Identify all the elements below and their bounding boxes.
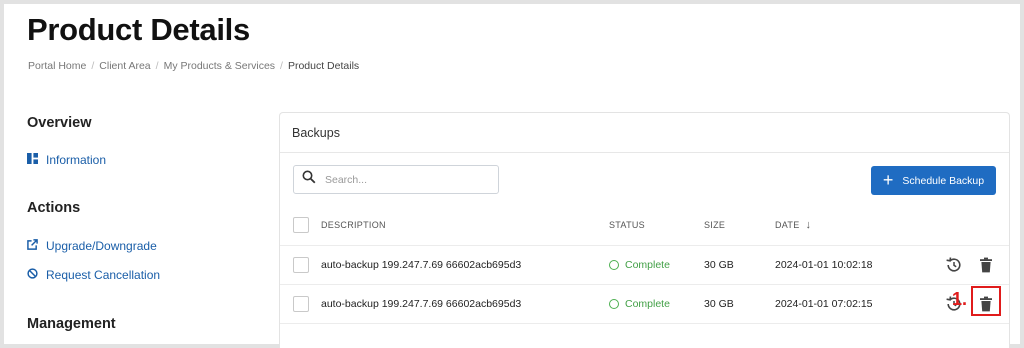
backup-description: auto-backup 199.247.7.69 66602acb695d3 [321,298,522,310]
breadcrumb-my-products[interactable]: My Products & Services [164,60,275,72]
actions-heading: Actions [27,200,81,216]
status-complete-icon [609,299,619,309]
breadcrumb: Portal Home / Client Area / My Products … [28,60,359,72]
sort-descending-icon: ↓ [805,219,812,231]
backup-status: Complete [609,298,670,310]
breadcrumb-current: Product Details [287,60,360,72]
schedule-backup-label: Schedule Backup [902,174,985,187]
ban-icon [27,268,38,282]
backups-table: DESCRIPTION STATUS SIZE DATE ↓ auto-backu… [280,205,1009,324]
column-header-date[interactable]: DATE ↓ [775,219,811,231]
table-row: auto-backup 199.247.7.69 66602acb695d3 C… [280,285,1009,324]
plus-icon: + [882,169,894,190]
column-header-date-label: DATE [775,220,800,230]
backup-status-label: Complete [625,259,670,271]
schedule-backup-button[interactable]: + Schedule Backup [871,166,996,195]
sidebar-item-request-cancellation[interactable]: Request Cancellation [27,268,160,282]
breadcrumb-client-area[interactable]: Client Area [99,60,150,72]
management-heading: Management [27,316,116,332]
select-all-checkbox[interactable] [293,217,309,233]
backup-status: Complete [609,259,670,271]
page-title: Product Details [27,12,250,47]
sidebar-item-upgrade-downgrade[interactable]: Upgrade/Downgrade [27,239,157,253]
overview-heading: Overview [27,115,92,131]
backups-panel-title: Backups [280,113,1009,153]
column-header-description[interactable]: DESCRIPTION [321,220,386,230]
row-checkbox[interactable] [293,296,309,312]
external-link-icon [27,239,38,253]
restore-icon[interactable] [945,256,963,274]
table-header-row: DESCRIPTION STATUS SIZE DATE ↓ [280,205,1009,246]
search-icon [302,170,316,189]
backup-size: 30 GB [704,259,734,271]
breadcrumb-portal-home[interactable]: Portal Home [28,60,86,72]
sidebar-item-information[interactable]: Information [27,153,106,167]
sidebar-item-label: Information [46,153,107,167]
backup-description: auto-backup 199.247.7.69 66602acb695d3 [321,259,522,271]
breadcrumb-separator: / [91,60,95,72]
status-complete-icon [609,260,619,270]
column-header-status[interactable]: STATUS [609,220,645,230]
trash-icon[interactable] [977,295,995,313]
backup-date: 2024-01-01 07:02:15 [775,298,873,310]
backup-status-label: Complete [625,298,670,310]
backups-panel: Backups + Schedule Backup DESCRIPTION ST… [279,112,1010,348]
breadcrumb-separator: / [280,60,283,72]
search-input[interactable] [325,173,485,186]
sidebar-item-label: Upgrade/Downgrade [46,239,157,253]
trash-icon[interactable] [977,256,995,274]
row-checkbox[interactable] [293,257,309,273]
search-box[interactable] [293,165,499,194]
column-header-size[interactable]: SIZE [704,220,725,230]
annotation-step-label: 1. [952,289,968,309]
sidebar-item-label: Request Cancellation [46,268,161,282]
breadcrumb-separator: / [155,60,159,72]
backup-size: 30 GB [704,298,734,310]
table-row: auto-backup 199.247.7.69 66602acb695d3 C… [280,246,1009,285]
backup-date: 2024-01-01 10:02:18 [775,259,873,271]
dashboard-icon [27,153,38,167]
